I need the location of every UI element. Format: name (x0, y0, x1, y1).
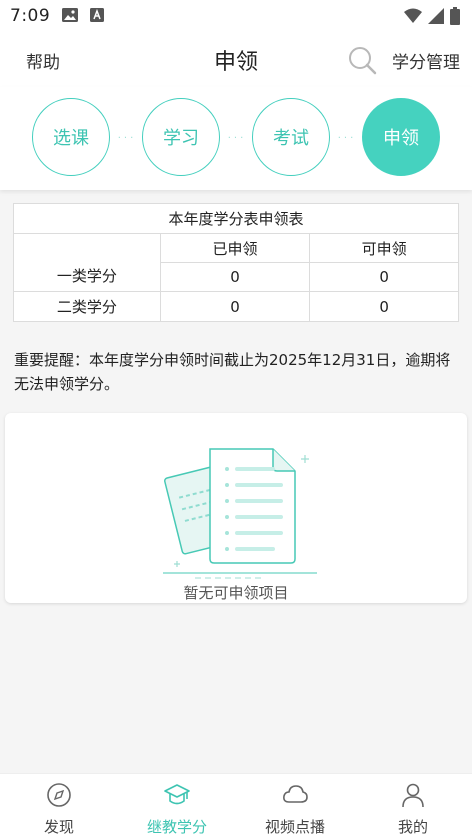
status-time: 7:09 (10, 6, 51, 26)
tab-label: 我的 (397, 818, 428, 836)
tab-mine[interactable]: 我的 (354, 774, 472, 839)
class1-claimed-value: 0 (159, 262, 311, 292)
credit-table: 本年度学分表申领表 一类学分 已申领 可申领 0 0 二类学分 0 0 (13, 203, 459, 322)
class1-claimable-value: 0 (309, 262, 459, 292)
progress-steps: 选课 ··· 学习 ··· 考试 ··· 申领 (0, 87, 472, 190)
wifi-icon (404, 8, 422, 28)
row-label-class1: 一类学分 (13, 233, 161, 292)
step-exam[interactable]: 考试 (252, 98, 330, 176)
step-select-course[interactable]: 选课 (32, 98, 110, 176)
header: 帮助 申领 学分管理 (0, 32, 472, 87)
column-header-claimed: 已申领 (159, 233, 311, 263)
table-caption: 本年度学分表申领表 (13, 203, 459, 234)
compass-icon (47, 783, 71, 807)
tab-label: 视频点播 (264, 818, 325, 836)
image-notification-icon (62, 7, 79, 26)
column-header-claimable: 可申领 (309, 233, 459, 263)
class2-claimable-value: 0 (309, 291, 459, 322)
step-claim[interactable]: 申领 (362, 98, 440, 176)
tab-continuing-education-credits[interactable]: 继教学分 (118, 774, 236, 839)
battery-icon (450, 7, 460, 29)
step-connector: ··· (117, 133, 137, 144)
tab-video-on-demand[interactable]: 视频点播 (236, 774, 354, 839)
bottom-tab-bar: 发现 继教学分 视频点播 我的 (0, 773, 472, 839)
cloud-icon (283, 785, 308, 803)
status-bar: 7:09 (0, 0, 472, 32)
tab-label: 继教学分 (146, 818, 207, 836)
step-study[interactable]: 学习 (142, 98, 220, 176)
search-button[interactable] (346, 44, 378, 76)
class2-claimed-value: 0 (159, 291, 311, 322)
empty-state-text: 暂无可申领项目 (183, 584, 289, 602)
search-icon (349, 47, 377, 75)
signal-icon (428, 8, 444, 28)
deadline-reminder: 重要提醒：本年度学分申领时间截止为2025年12月31日，逾期将无法申领学分。 (14, 351, 451, 393)
tab-discover[interactable]: 发现 (0, 774, 118, 839)
step-connector: ··· (337, 133, 357, 144)
credit-management-link[interactable]: 学分管理 (392, 48, 460, 73)
empty-state-card: 暂无可申领项目 (5, 413, 467, 603)
tab-label: 发现 (43, 818, 74, 836)
row-label-class2: 二类学分 (13, 291, 161, 322)
graduation-cap-icon (164, 784, 190, 805)
app-notification-icon (90, 7, 105, 26)
step-connector: ··· (227, 133, 247, 144)
person-icon (402, 783, 424, 808)
empty-documents-icon (163, 448, 317, 579)
